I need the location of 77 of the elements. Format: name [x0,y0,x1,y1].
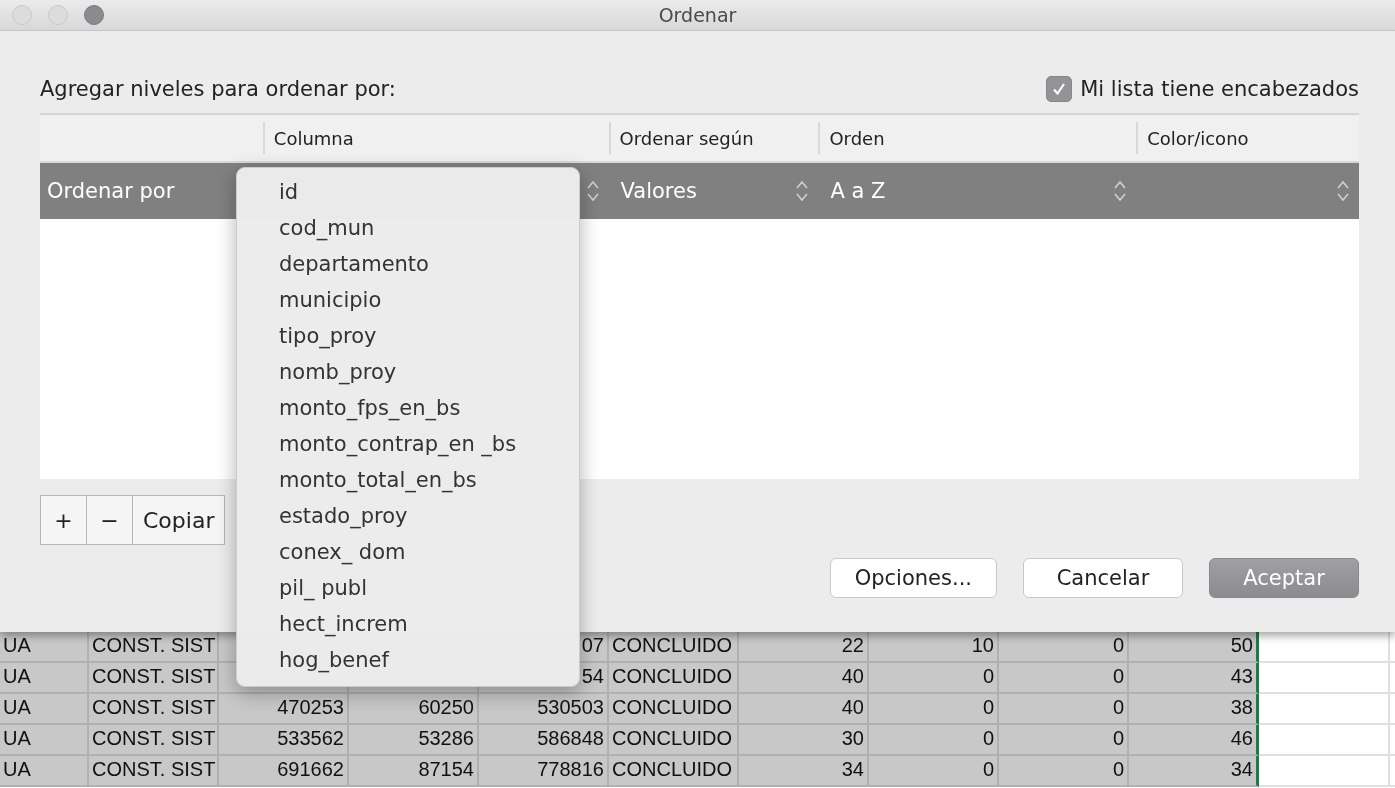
table-cell: 30 [739,725,869,756]
table-cell: CONST. SIST [89,725,219,756]
table-cell: 0 [869,694,999,725]
level-button[interactable]: + [41,496,87,544]
table-cell: 46 [1129,725,1259,756]
up-down-chevron-icon [796,180,809,202]
table-cell: 0 [869,756,999,787]
headers-checkbox[interactable]: Mi lista tiene encabezados [1046,76,1359,102]
up-down-chevron-icon [1337,180,1349,202]
table-cell: 530503 [479,694,609,725]
table-cell: 470253 [219,694,349,725]
table-cell: CONST. SIST [89,663,219,694]
table-cell: CONCLUIDO [609,663,739,694]
dialog-button[interactable]: Cancelar [1023,558,1183,598]
table-cell: 0 [999,725,1129,756]
table-cell: 691662 [219,756,349,787]
table-cell: CONCLUIDO [609,694,739,725]
table-cell: 60250 [349,694,479,725]
menu-item[interactable]: monto_fps_en_bs [237,390,579,426]
level-button[interactable]: − [87,496,133,544]
table-cell: UA [0,663,89,694]
order-select[interactable]: A a Z [830,179,886,203]
up-down-chevron-icon [586,180,599,202]
menu-item[interactable]: monto_total_en_bs [237,462,579,498]
table-cell: CONST. SIST [89,694,219,725]
table-cell: 0 [999,694,1129,725]
table-cell: 0 [869,725,999,756]
table-cell: 50 [1129,632,1259,663]
table-cell: 34 [1129,756,1259,787]
column-header: Color/icono [1147,127,1249,149]
window-title: Ordenar [658,4,737,26]
table-cell: UA [0,756,89,787]
table-cell: 0 [999,663,1129,694]
table-cell: 40 [739,663,869,694]
table-cell: CONCLUIDO [609,756,739,787]
up-down-chevron-icon [1114,180,1127,202]
table-cell: CONCLUIDO [609,632,739,663]
menu-item[interactable]: nomb_proy [237,354,579,390]
level-label: Ordenar por [47,179,175,203]
table-cell: 0 [869,663,999,694]
menu-item[interactable]: pil_ publ [237,570,579,606]
menu-item[interactable]: monto_contrap_en _bs [237,426,579,462]
menu-item[interactable]: id [237,174,579,210]
table-cell: 533562 [219,725,349,756]
zoom-button[interactable] [84,5,104,25]
table-cell: CONCLUIDO [609,725,739,756]
table-cell: 40 [739,694,869,725]
heading: Agregar niveles para ordenar por: [40,77,396,101]
close-button[interactable] [12,5,32,25]
table-cell: 38 [1129,694,1259,725]
menu-item[interactable]: conex_ dom [237,534,579,570]
table-cell: 586848 [479,725,609,756]
minimize-button[interactable] [48,5,68,25]
table-cell: UA [0,725,89,756]
menu-item[interactable]: tipo_proy [237,318,579,354]
table-cell: 0 [999,632,1129,663]
table-cell: 43 [1129,663,1259,694]
menu-item[interactable]: municipio [237,282,579,318]
table-cell: 87154 [349,756,479,787]
column-header: Ordenar según [619,127,754,149]
table-cell: CONST. SIST [89,756,219,787]
table-cell: UA [0,694,89,725]
sort-on-select[interactable]: Valores [620,179,697,203]
column-header: Orden [829,127,885,149]
menu-item[interactable]: estado_proy [237,498,579,534]
table-cell: UA [0,632,89,663]
table-cell: 34 [739,756,869,787]
menu-item[interactable]: departamento [237,246,579,282]
level-button[interactable]: Copiar [133,496,225,544]
table-cell: 53286 [349,725,479,756]
table-cell: 0 [999,756,1129,787]
table-cell: 778816 [479,756,609,787]
dialog-button[interactable]: Opciones... [829,558,997,598]
table-cell: CONST. SIST [89,632,219,663]
table-cell: 22 [739,632,869,663]
table-cell: 10 [869,632,999,663]
column-header: Columna [273,127,354,149]
